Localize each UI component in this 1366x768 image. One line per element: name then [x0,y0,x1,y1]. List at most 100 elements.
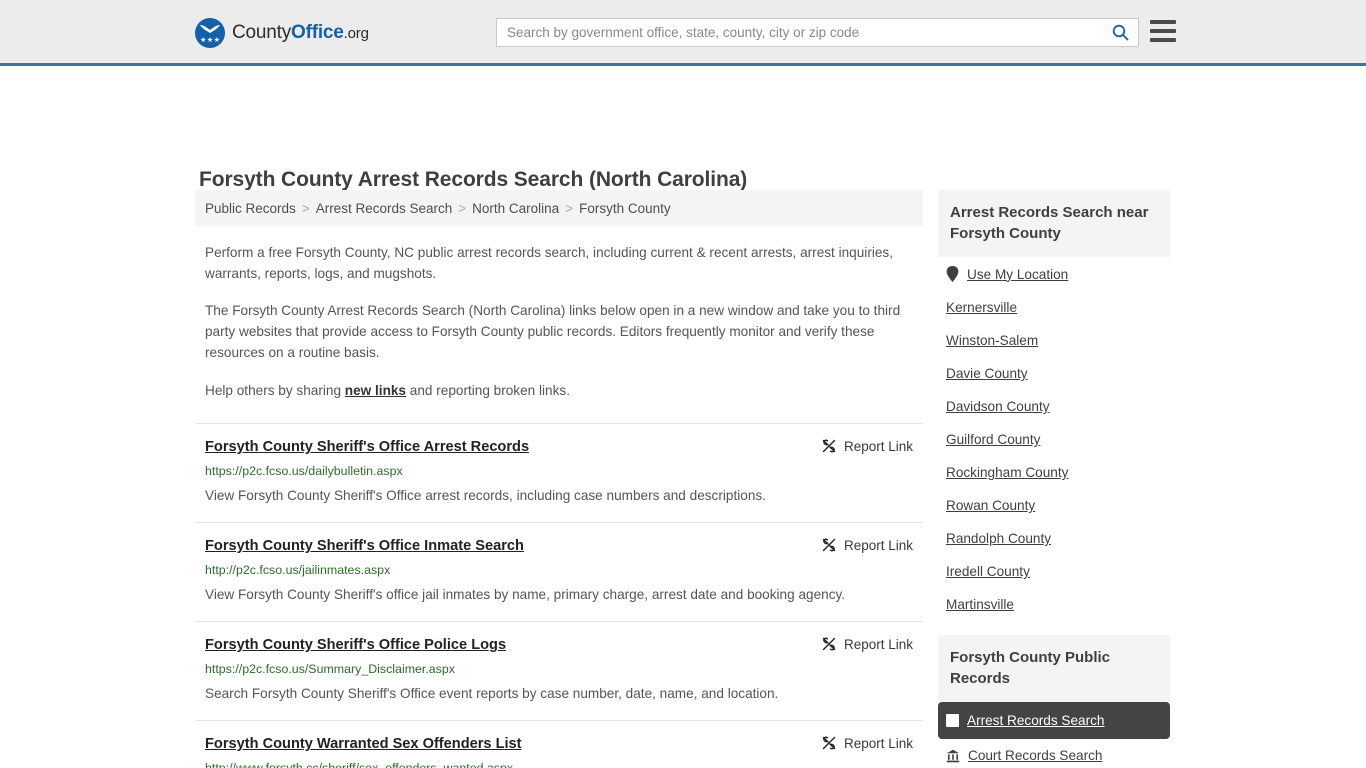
sidebar-public-records-list: Arrest Records Search Court Records Sear… [938,702,1170,768]
result-url[interactable]: https://p2c.fcso.us/Summary_Disclaimer.a… [205,661,913,677]
result-item: Forsyth County Sheriff's Office Arrest R… [195,423,923,522]
sidebar-item-martinsville[interactable]: Martinsville [938,588,1170,621]
report-link-label: Report Link [843,735,913,751]
intro-paragraph-3: Help others by sharing new links and rep… [205,380,913,401]
hamburger-bar [1150,20,1176,24]
sidebar-link-label[interactable]: Iredell County [946,564,1030,579]
sidebar-item-arrest-records-search[interactable]: Arrest Records Search [938,702,1170,739]
report-link-label: Report Link [843,438,913,454]
intro-section: Perform a free Forsyth County, NC public… [195,242,923,401]
breadcrumb-item-arrest-records-search[interactable]: Arrest Records Search [316,201,453,216]
sidebar-link-label[interactable]: Use My Location [967,267,1068,282]
report-link-button[interactable]: Report Link [821,438,913,454]
result-url[interactable]: https://p2c.fcso.us/dailybulletin.aspx [205,463,913,479]
sidebar-link-label[interactable]: Davie County [946,366,1028,381]
sidebar-section-public-records: Forsyth County Public Records Arrest Rec… [938,635,1170,768]
sidebar-item-guilford-county[interactable]: Guilford County [938,423,1170,456]
eagle-wings-icon [200,25,220,33]
result-header: Forsyth County Warranted Sex Offenders L… [205,735,913,753]
result-description: Search Forsyth County Sheriff's Office e… [205,686,779,701]
hamburger-menu-icon[interactable] [1150,20,1176,42]
result-title-link[interactable]: Forsyth County Sheriff's Office Inmate S… [205,537,536,555]
broken-link-icon [822,439,836,453]
bank-icon [946,749,960,762]
sidebar-link-label[interactable]: Kernersville [946,300,1017,315]
result-header: Forsyth County Sheriff's Office Police L… [205,636,913,654]
breadcrumb: Public Records > Arrest Records Search >… [195,190,923,226]
sidebar-link-label[interactable]: Davidson County [946,399,1050,414]
sidebar-nearby-list: Use My Location Kernersville Winston-Sal… [938,257,1170,621]
report-link-button[interactable]: Report Link [821,636,913,652]
page-title: Forsyth County Arrest Records Search (No… [199,168,748,192]
logo-text-org: .org [343,25,369,42]
square-icon [946,714,959,727]
report-link-button[interactable]: Report Link [821,537,913,553]
sidebar: Arrest Records Search near Forsyth Count… [938,190,1170,768]
report-link-button[interactable]: Report Link [821,735,913,751]
intro-paragraph-1: Perform a free Forsyth County, NC public… [205,245,894,281]
breadcrumb-separator: > [565,200,574,216]
result-url[interactable]: http://www.forsyth.cc/sheriff/sex_offend… [205,760,913,768]
intro-paragraph-2: The Forsyth County Arrest Records Search… [205,303,901,360]
search-button[interactable] [1102,19,1138,46]
result-url[interactable]: http://p2c.fcso.us/jailinmates.aspx [205,562,913,578]
sidebar-public-records-heading: Forsyth County Public Records [938,635,1170,702]
result-title-link[interactable]: Forsyth County Warranted Sex Offenders L… [205,735,534,753]
result-title-link[interactable]: Forsyth County Sheriff's Office Arrest R… [205,438,541,456]
sidebar-link-label[interactable]: Rockingham County [946,465,1068,480]
logo-text-office: Office [291,22,344,43]
main-content: Public Records > Arrest Records Search >… [195,190,923,768]
sidebar-link-label[interactable]: Court Records Search [968,748,1102,763]
breadcrumb-item-public-records[interactable]: Public Records [205,201,296,216]
search-bar[interactable] [496,18,1139,47]
sidebar-link-label[interactable]: Winston-Salem [946,333,1038,348]
logo-stars-icon: ★ ★ ★ [200,37,220,44]
site-header: ★ ★ ★ CountyOffice.org [0,0,1366,66]
broken-link-icon [822,637,836,651]
new-links-link[interactable]: new links [345,383,406,398]
sidebar-link-label[interactable]: Rowan County [946,498,1035,513]
sidebar-item-winston-salem[interactable]: Winston-Salem [938,324,1170,357]
result-title-link[interactable]: Forsyth County Sheriff's Office Police L… [205,636,518,654]
site-logo[interactable]: ★ ★ ★ CountyOffice.org [195,18,369,48]
breadcrumb-item-north-carolina[interactable]: North Carolina [472,201,559,216]
sidebar-nearby-heading: Arrest Records Search near Forsyth Count… [938,190,1170,257]
sidebar-link-label[interactable]: Guilford County [946,432,1040,447]
sidebar-item-court-records-search[interactable]: Court Records Search [938,739,1170,768]
result-header: Forsyth County Sheriff's Office Arrest R… [205,438,913,456]
search-icon [1112,24,1129,41]
result-description: View Forsyth County Sheriff's office jai… [205,587,846,602]
sidebar-item-use-my-location[interactable]: Use My Location [938,257,1170,291]
results-list: Forsyth County Sheriff's Office Arrest R… [195,423,923,768]
sidebar-link-label[interactable]: Randolph County [946,531,1051,546]
broken-link-icon [822,736,836,750]
sidebar-link-label[interactable]: Martinsville [946,597,1014,612]
result-item: Forsyth County Sheriff's Office Police L… [195,621,923,720]
sidebar-link-label[interactable]: Arrest Records Search [967,713,1105,728]
sidebar-item-randolph-county[interactable]: Randolph County [938,522,1170,555]
search-input[interactable] [497,19,1102,46]
sidebar-item-davidson-county[interactable]: Davidson County [938,390,1170,423]
map-pin-icon [946,266,959,282]
eagle-emblem-icon: ★ ★ ★ [195,18,225,48]
result-header: Forsyth County Sheriff's Office Inmate S… [205,537,913,555]
logo-text-county: County [232,22,292,43]
breadcrumb-separator: > [301,200,310,216]
result-description: View Forsyth County Sheriff's Office arr… [205,488,766,503]
report-link-label: Report Link [843,636,913,652]
result-item: Forsyth County Sheriff's Office Inmate S… [195,522,923,621]
breadcrumb-separator: > [458,200,467,216]
result-item: Forsyth County Warranted Sex Offenders L… [195,720,923,768]
broken-link-icon [822,538,836,552]
logo-text: CountyOffice.org [232,22,369,44]
breadcrumb-item-forsyth-county[interactable]: Forsyth County [579,201,671,216]
hamburger-bar [1150,29,1176,33]
sidebar-item-davie-county[interactable]: Davie County [938,357,1170,390]
intro-text-before: Help others by sharing [205,383,345,398]
intro-text-after: and reporting broken links. [406,383,570,398]
sidebar-item-rowan-county[interactable]: Rowan County [938,489,1170,522]
sidebar-item-iredell-county[interactable]: Iredell County [938,555,1170,588]
sidebar-item-rockingham-county[interactable]: Rockingham County [938,456,1170,489]
hamburger-bar [1150,38,1176,42]
sidebar-item-kernersville[interactable]: Kernersville [938,291,1170,324]
